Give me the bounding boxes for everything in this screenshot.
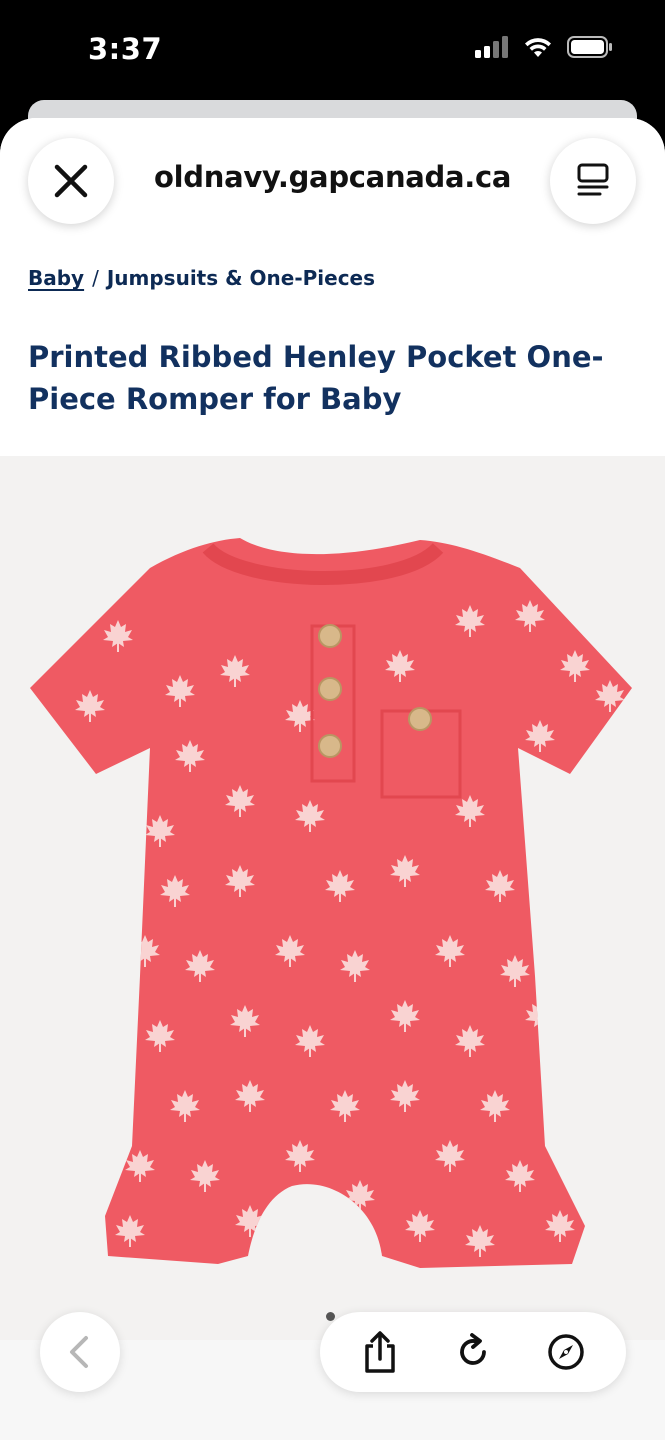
status-bar: 3:37: [0, 0, 665, 100]
reload-button[interactable]: [443, 1322, 503, 1382]
status-time: 3:37: [88, 32, 163, 66]
url-bar: oldnavy.gapcanada.ca: [0, 118, 665, 238]
cellular-signal-icon: [475, 36, 508, 58]
battery-icon: [567, 36, 612, 58]
compass-icon: [547, 1334, 584, 1370]
wifi-icon: [525, 38, 551, 57]
close-button[interactable]: [28, 138, 114, 224]
reader-view-button[interactable]: [550, 138, 636, 224]
share-button[interactable]: [350, 1322, 410, 1382]
close-icon: [54, 164, 88, 198]
breadcrumb-separator: /: [92, 266, 99, 290]
reader-view-icon: [577, 163, 609, 196]
carousel-dots[interactable]: [326, 1312, 335, 1321]
browser-sheet: oldnavy.gapcanada.ca Baby / Jumpsuits & …: [0, 118, 665, 1440]
share-icon: [365, 1331, 396, 1373]
url-text[interactable]: oldnavy.gapcanada.ca: [154, 160, 511, 194]
product-title: Printed Ribbed Henley Pocket One-Piece R…: [28, 340, 604, 416]
breadcrumb: Baby / Jumpsuits & One-Pieces: [28, 266, 375, 290]
back-button[interactable]: [40, 1312, 120, 1392]
toolbar-actions: [320, 1312, 626, 1392]
status-icons: [475, 36, 613, 58]
carousel-dot-active[interactable]: [326, 1312, 335, 1321]
breadcrumb-link-jumpsuits[interactable]: Jumpsuits & One-Pieces: [107, 266, 375, 290]
compass-button[interactable]: [536, 1322, 596, 1382]
product-image[interactable]: [0, 456, 665, 1342]
breadcrumb-link-baby[interactable]: Baby: [28, 266, 84, 290]
romper-image: [0, 456, 665, 1342]
reload-icon: [460, 1333, 486, 1365]
back-icon: [70, 1336, 88, 1368]
